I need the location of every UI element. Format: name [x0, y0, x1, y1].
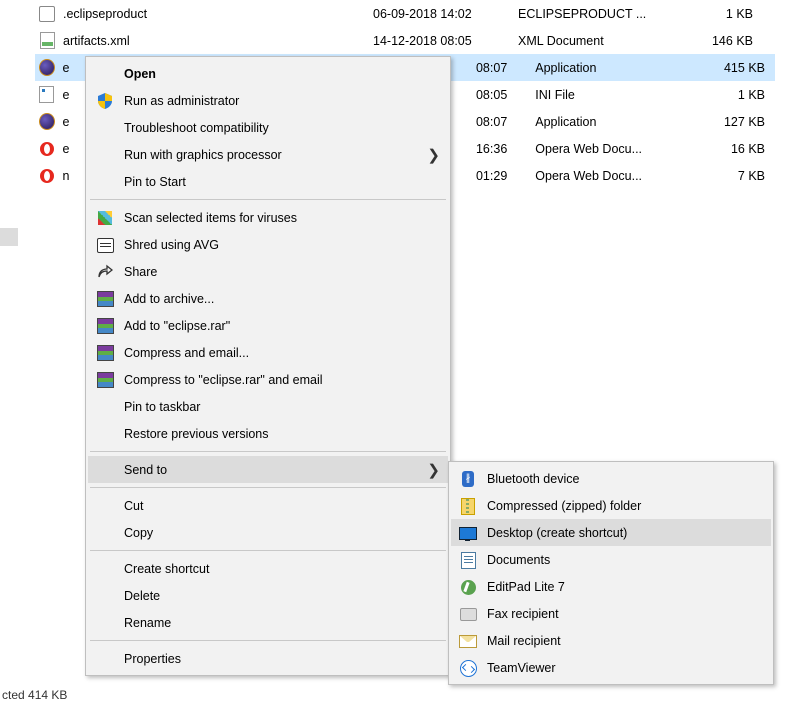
sidebar-fragment	[0, 228, 18, 246]
menu-restore-versions[interactable]: Restore previous versions	[88, 420, 448, 447]
ini-icon	[39, 87, 55, 103]
menu-create-shortcut[interactable]: Create shortcut	[88, 555, 448, 582]
submenu-editpad[interactable]: EditPad Lite 7	[451, 573, 771, 600]
eclipse-icon	[39, 60, 55, 76]
winrar-icon	[96, 290, 114, 308]
file-icon	[39, 6, 55, 22]
share-icon	[96, 263, 114, 281]
menu-compress-rar-email[interactable]: Compress to "eclipse.rar" and email	[88, 366, 448, 393]
mail-icon	[459, 632, 477, 650]
shred-icon	[96, 236, 114, 254]
file-date: 06-09-2018 14:02	[373, 7, 518, 21]
file-size: 127 KB	[687, 115, 775, 129]
file-name: artifacts.xml	[59, 34, 373, 48]
send-to-submenu: ∦Bluetooth device Compressed (zipped) fo…	[448, 461, 774, 685]
submenu-desktop-shortcut[interactable]: Desktop (create shortcut)	[451, 519, 771, 546]
file-name: .eclipseproduct	[59, 7, 373, 21]
file-size: 415 KB	[687, 61, 775, 75]
menu-rename[interactable]: Rename	[88, 609, 448, 636]
scan-icon	[96, 209, 114, 227]
menu-shred-avg[interactable]: Shred using AVG	[88, 231, 448, 258]
zip-icon	[459, 497, 477, 515]
file-size: 16 KB	[687, 142, 775, 156]
submenu-zipped[interactable]: Compressed (zipped) folder	[451, 492, 771, 519]
file-date: 14-12-2018 08:05	[373, 34, 518, 48]
menu-pin-start[interactable]: Pin to Start	[88, 168, 448, 195]
desktop-icon	[459, 524, 477, 542]
submenu-fax[interactable]: Fax recipient	[451, 600, 771, 627]
file-row[interactable]: artifacts.xml 14-12-2018 08:05 XML Docum…	[35, 27, 775, 54]
menu-cut[interactable]: Cut	[88, 492, 448, 519]
menu-separator	[90, 640, 446, 641]
submenu-teamviewer[interactable]: TeamViewer	[451, 654, 771, 681]
status-bar: cted 414 KB	[0, 683, 67, 707]
opera-icon	[39, 141, 55, 157]
menu-share[interactable]: Share	[88, 258, 448, 285]
menu-separator	[90, 451, 446, 452]
file-size: 1 KB	[687, 88, 775, 102]
menu-compress-email[interactable]: Compress and email...	[88, 339, 448, 366]
submenu-bluetooth[interactable]: ∦Bluetooth device	[451, 465, 771, 492]
file-type: Application	[535, 61, 687, 75]
chevron-right-icon: ❯	[427, 146, 440, 164]
fax-icon	[459, 605, 477, 623]
winrar-icon	[96, 371, 114, 389]
menu-add-rar[interactable]: Add to "eclipse.rar"	[88, 312, 448, 339]
menu-send-to[interactable]: Send to❯	[88, 456, 448, 483]
xml-icon	[39, 33, 55, 49]
file-size: 1 KB	[673, 7, 763, 21]
winrar-icon	[96, 317, 114, 335]
file-type: INI File	[535, 88, 687, 102]
file-type: XML Document	[518, 34, 673, 48]
menu-pin-taskbar[interactable]: Pin to taskbar	[88, 393, 448, 420]
context-menu: Open Run as administrator Troubleshoot c…	[85, 56, 451, 676]
menu-properties[interactable]: Properties	[88, 645, 448, 672]
menu-separator	[90, 550, 446, 551]
menu-run-as-admin[interactable]: Run as administrator	[88, 87, 448, 114]
menu-run-gpu[interactable]: Run with graphics processor❯	[88, 141, 448, 168]
menu-troubleshoot[interactable]: Troubleshoot compatibility	[88, 114, 448, 141]
menu-open[interactable]: Open	[88, 60, 448, 87]
menu-delete[interactable]: Delete	[88, 582, 448, 609]
file-size: 7 KB	[687, 169, 775, 183]
teamviewer-icon	[459, 659, 477, 677]
menu-copy[interactable]: Copy	[88, 519, 448, 546]
file-row[interactable]: .eclipseproduct 06-09-2018 14:02 ECLIPSE…	[35, 0, 775, 27]
file-type: Opera Web Docu...	[535, 169, 687, 183]
eclipse-icon	[39, 114, 55, 130]
menu-scan-virus[interactable]: Scan selected items for viruses	[88, 204, 448, 231]
menu-separator	[90, 487, 446, 488]
file-type: Application	[535, 115, 687, 129]
opera-icon	[39, 168, 55, 184]
menu-separator	[90, 199, 446, 200]
winrar-icon	[96, 344, 114, 362]
editpad-icon	[459, 578, 477, 596]
document-icon	[459, 551, 477, 569]
file-type: ECLIPSEPRODUCT ...	[518, 7, 673, 21]
submenu-documents[interactable]: Documents	[451, 546, 771, 573]
submenu-mail[interactable]: Mail recipient	[451, 627, 771, 654]
file-size: 146 KB	[673, 34, 763, 48]
chevron-right-icon: ❯	[427, 461, 440, 479]
menu-add-archive[interactable]: Add to archive...	[88, 285, 448, 312]
bluetooth-icon: ∦	[459, 470, 477, 488]
file-type: Opera Web Docu...	[535, 142, 687, 156]
shield-icon	[96, 92, 114, 110]
